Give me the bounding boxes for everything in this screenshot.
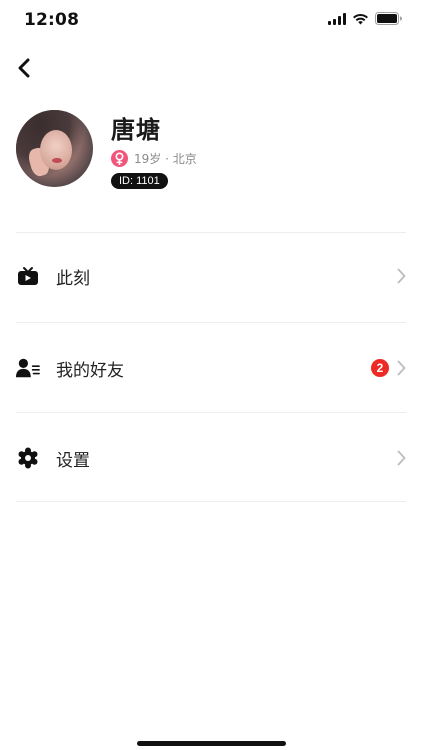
divider [16, 322, 406, 323]
chevron-left-icon [18, 58, 30, 78]
avatar[interactable] [16, 110, 93, 187]
menu-item-label: 此刻 [56, 268, 90, 289]
profile-header: 唐塘 19岁 · 北京 ID: 1101 [16, 110, 406, 190]
chevron-right-icon [397, 268, 406, 284]
menu-item-settings[interactable]: 设置 [16, 430, 406, 486]
divider [16, 232, 406, 233]
cellular-signal-icon [328, 12, 346, 25]
profile-screen: 12:08 唐塘 19岁 · 北京 ID: 1101 此刻 我的好友 2 设置 [0, 0, 422, 750]
wifi-icon [352, 13, 369, 25]
chevron-right-icon [397, 450, 406, 466]
back-button[interactable] [12, 54, 36, 82]
female-icon [111, 150, 128, 167]
friends-icon [16, 356, 40, 380]
unread-badge: 2 [371, 359, 389, 377]
user-id-badge: ID: 1101 [111, 173, 168, 189]
profile-name: 唐塘 [111, 116, 161, 144]
status-icons [328, 12, 402, 25]
age-location: 19岁 · 北京 [134, 152, 197, 166]
battery-icon [375, 12, 402, 25]
divider [16, 501, 406, 502]
gear-icon [16, 446, 40, 470]
chevron-right-icon [397, 360, 406, 376]
status-time: 12:08 [24, 10, 80, 30]
profile-meta: 19岁 · 北京 [111, 150, 197, 167]
tv-icon [16, 264, 40, 288]
menu-item-moment[interactable]: 此刻 [16, 248, 406, 304]
menu-item-friends[interactable]: 我的好友 2 [16, 340, 406, 396]
menu-item-label: 设置 [56, 450, 90, 471]
divider [16, 412, 406, 413]
status-bar: 12:08 [0, 0, 422, 40]
home-indicator[interactable] [137, 741, 286, 746]
menu-item-label: 我的好友 [56, 360, 124, 381]
